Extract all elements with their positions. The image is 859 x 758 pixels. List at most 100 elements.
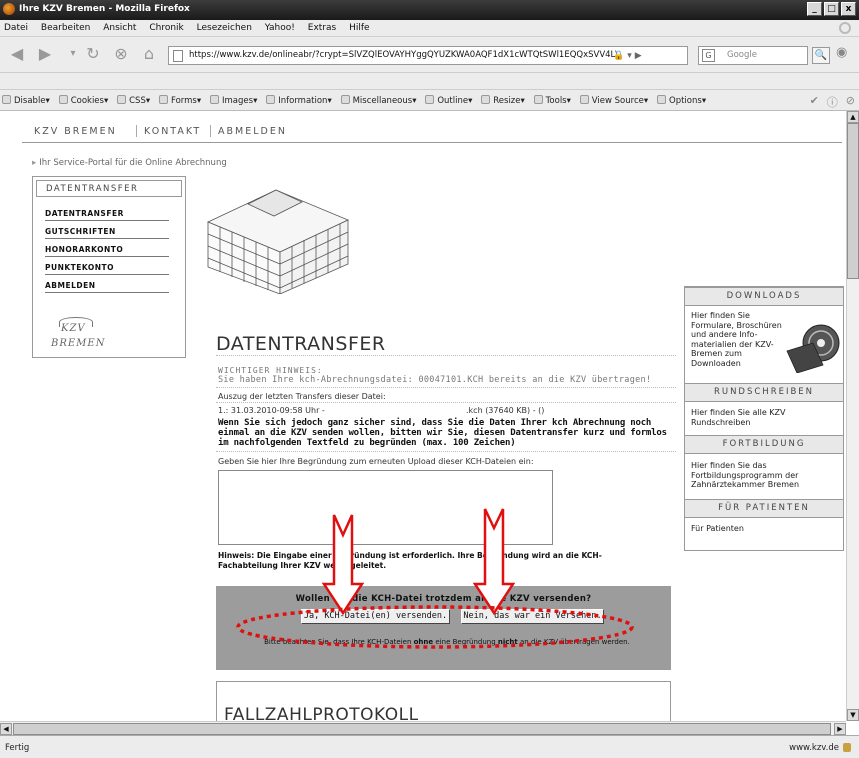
hscroll-thumb[interactable] xyxy=(13,723,831,735)
images-icon xyxy=(210,95,220,104)
menubar: Datei Bearbeiten Ansicht Chronik Lesezei… xyxy=(0,20,859,37)
menu-chronik[interactable]: Chronik xyxy=(144,20,188,33)
cd-icon xyxy=(786,324,840,373)
menu-bearbeiten[interactable]: Bearbeiten xyxy=(36,20,95,33)
info-icon[interactable]: ⓘ xyxy=(827,94,838,110)
send-yes-button[interactable]: Ja, KCH-Datei(en) versenden. xyxy=(301,609,450,624)
minimize-button[interactable]: _ xyxy=(807,2,822,16)
patienten-text[interactable]: Für Patienten xyxy=(691,524,837,534)
logo-line1: KZV xyxy=(61,323,86,334)
menu-ansicht[interactable]: Ansicht xyxy=(98,20,141,33)
menu-lesezeichen[interactable]: Lesezeichen xyxy=(192,20,257,33)
home-icon[interactable]: ⌂ xyxy=(138,43,160,65)
reason-textarea[interactable] xyxy=(218,470,553,545)
fortbildung-text[interactable]: Hier finden Sie das Fortbildungsprogramm… xyxy=(691,461,837,490)
url-bar[interactable]: https://www.kzv.de/onlineabr/?crypt=SlVZ… xyxy=(168,46,688,65)
warning-header: WICHTIGER HINWEIS: xyxy=(218,366,323,375)
sidebar-item-punktekonto[interactable]: PUNKTEKONTO xyxy=(45,263,169,275)
dev-css[interactable]: CSS▾ xyxy=(115,90,154,106)
menu-hilfe[interactable]: Hilfe xyxy=(344,20,374,33)
dev-outline[interactable]: Outline▾ xyxy=(423,90,476,106)
scroll-up-icon[interactable]: ▲ xyxy=(847,111,859,123)
sidebar-item-datentransfer[interactable]: DATENTRANSFER xyxy=(45,209,169,221)
scroll-down-icon[interactable]: ▼ xyxy=(847,709,859,721)
patienten-header[interactable]: FÜR PATIENTEN xyxy=(685,499,843,518)
nav-abmelden[interactable]: ABMELDEN xyxy=(218,126,287,137)
left-sidebar: DATENTRANSFER DATENTRANSFER GUTSCHRIFTEN… xyxy=(32,176,186,358)
bookmarks-toolbar xyxy=(0,73,859,90)
forward-icon[interactable]: ▶ xyxy=(34,43,56,65)
menu-datei[interactable]: Datei xyxy=(0,20,33,33)
dev-disable[interactable]: Disable▾ xyxy=(0,90,54,106)
confirm-text: Wenn Sie sich jedoch ganz sicher sind, d… xyxy=(218,418,667,448)
navigation-toolbar: ◀ ▶ ▾ ↻ ⊗ ⌂ https://www.kzv.de/onlineabr… xyxy=(0,37,859,73)
nav-kontakt[interactable]: KONTAKT xyxy=(144,126,201,137)
breadcrumb-arrow-icon: ▸ xyxy=(32,158,37,168)
sidebar-item-abmelden[interactable]: ABMELDEN xyxy=(45,281,169,293)
title-divider xyxy=(216,355,676,356)
status-icon[interactable]: ⊘ xyxy=(846,94,855,110)
page-viewport: KZV BREMEN KONTAKT ABMELDEN ▸ Ihr Service… xyxy=(0,111,859,735)
stop-icon[interactable]: ⊗ xyxy=(110,43,132,65)
back-icon[interactable]: ◀ xyxy=(6,43,28,65)
close-button[interactable]: x xyxy=(841,2,856,16)
kzv-logo[interactable]: KZV BREMEN xyxy=(47,317,107,352)
dev-information[interactable]: Information▾ xyxy=(264,90,335,106)
status-domain: www.kzv.de xyxy=(789,743,839,753)
sidebar-item-honorarkonto[interactable]: HONORARKONTO xyxy=(45,245,169,257)
miscellaneous-icon xyxy=(340,95,350,104)
nav-kzv-bremen[interactable]: KZV BREMEN xyxy=(34,126,117,137)
throbber-icon xyxy=(839,22,851,34)
dev-view-source[interactable]: View Source▾ xyxy=(578,90,652,106)
status-lock-icon[interactable] xyxy=(843,743,851,752)
go-icon[interactable]: ▶ xyxy=(635,51,642,61)
vertical-scrollbar[interactable]: ▲ ▼ xyxy=(846,111,859,721)
google-icon[interactable]: G xyxy=(702,49,715,62)
nav-separator xyxy=(210,125,211,137)
dev-cookies[interactable]: Cookies▾ xyxy=(57,90,113,106)
rundschreiben-text[interactable]: Hier finden Sie alle KZV Rundschreiben xyxy=(691,408,837,427)
window-title: Ihre KZV Bremen - Mozilla Firefox xyxy=(19,4,190,14)
sidebar-header: DATENTRANSFER xyxy=(36,180,182,197)
outline-icon xyxy=(425,95,435,104)
menu-yahoo[interactable]: Yahoo! xyxy=(260,20,300,33)
reload-icon[interactable]: ↻ xyxy=(82,43,104,65)
downloads-text[interactable]: Hier finden Sie Formulare, Broschüren un… xyxy=(691,311,787,368)
dev-images[interactable]: Images▾ xyxy=(208,90,261,106)
scroll-thumb[interactable] xyxy=(847,123,859,279)
forms-icon xyxy=(159,95,169,104)
options-icon xyxy=(657,95,667,104)
view-source-icon xyxy=(579,95,589,104)
dev-resize[interactable]: Resize▾ xyxy=(479,90,529,106)
url-text: https://www.kzv.de/onlineabr/?crypt=SlVZ… xyxy=(189,50,619,60)
search-input[interactable]: G Google xyxy=(698,46,808,65)
logo-line2: BREMEN xyxy=(51,338,106,349)
horizontal-scrollbar[interactable]: ◀ ▶ xyxy=(0,721,846,735)
downloads-header[interactable]: DOWNLOADS xyxy=(685,287,843,306)
menu-extras[interactable]: Extras xyxy=(303,20,341,33)
scroll-left-icon[interactable]: ◀ xyxy=(0,723,12,735)
maximize-button[interactable]: □ xyxy=(824,2,839,16)
send-note: Bitte beachten Sie, dass Ihre KCH-Dateie… xyxy=(264,638,630,646)
check-icon[interactable]: ✔ xyxy=(810,94,819,110)
dev-options[interactable]: Options▾ xyxy=(655,90,710,106)
addon-icon[interactable]: ◉ xyxy=(836,45,847,60)
search-go-icon[interactable]: 🔍 xyxy=(812,47,830,64)
fortbildung-header[interactable]: FORTBILDUNG xyxy=(685,435,843,454)
sidebar-item-gutschriften[interactable]: GUTSCHRIFTEN xyxy=(45,227,169,239)
breadcrumb: ▸ Ihr Service-Portal für die Online Abrec… xyxy=(32,158,227,168)
reason-label: Geben Sie hier Ihre Begründung zum erneu… xyxy=(218,457,534,466)
status-text: Fertig xyxy=(5,743,30,753)
history-dropdown-icon[interactable]: ▾ xyxy=(627,51,632,61)
disable-icon xyxy=(2,95,11,104)
divider xyxy=(216,451,676,452)
building-illustration xyxy=(207,189,349,294)
dev-forms[interactable]: Forms▾ xyxy=(157,90,205,106)
scroll-right-icon[interactable]: ▶ xyxy=(834,723,846,735)
rundschreiben-header[interactable]: RUNDSCHREIBEN xyxy=(685,383,843,402)
dropdown-icon[interactable]: ▾ xyxy=(62,43,84,65)
send-no-button[interactable]: Nein, das war ein Versehen. xyxy=(461,609,604,624)
dev-tools[interactable]: Tools▾ xyxy=(532,90,575,106)
page-title: DATENTRANSFER xyxy=(216,333,386,355)
dev-miscellaneous[interactable]: Miscellaneous▾ xyxy=(339,90,421,106)
